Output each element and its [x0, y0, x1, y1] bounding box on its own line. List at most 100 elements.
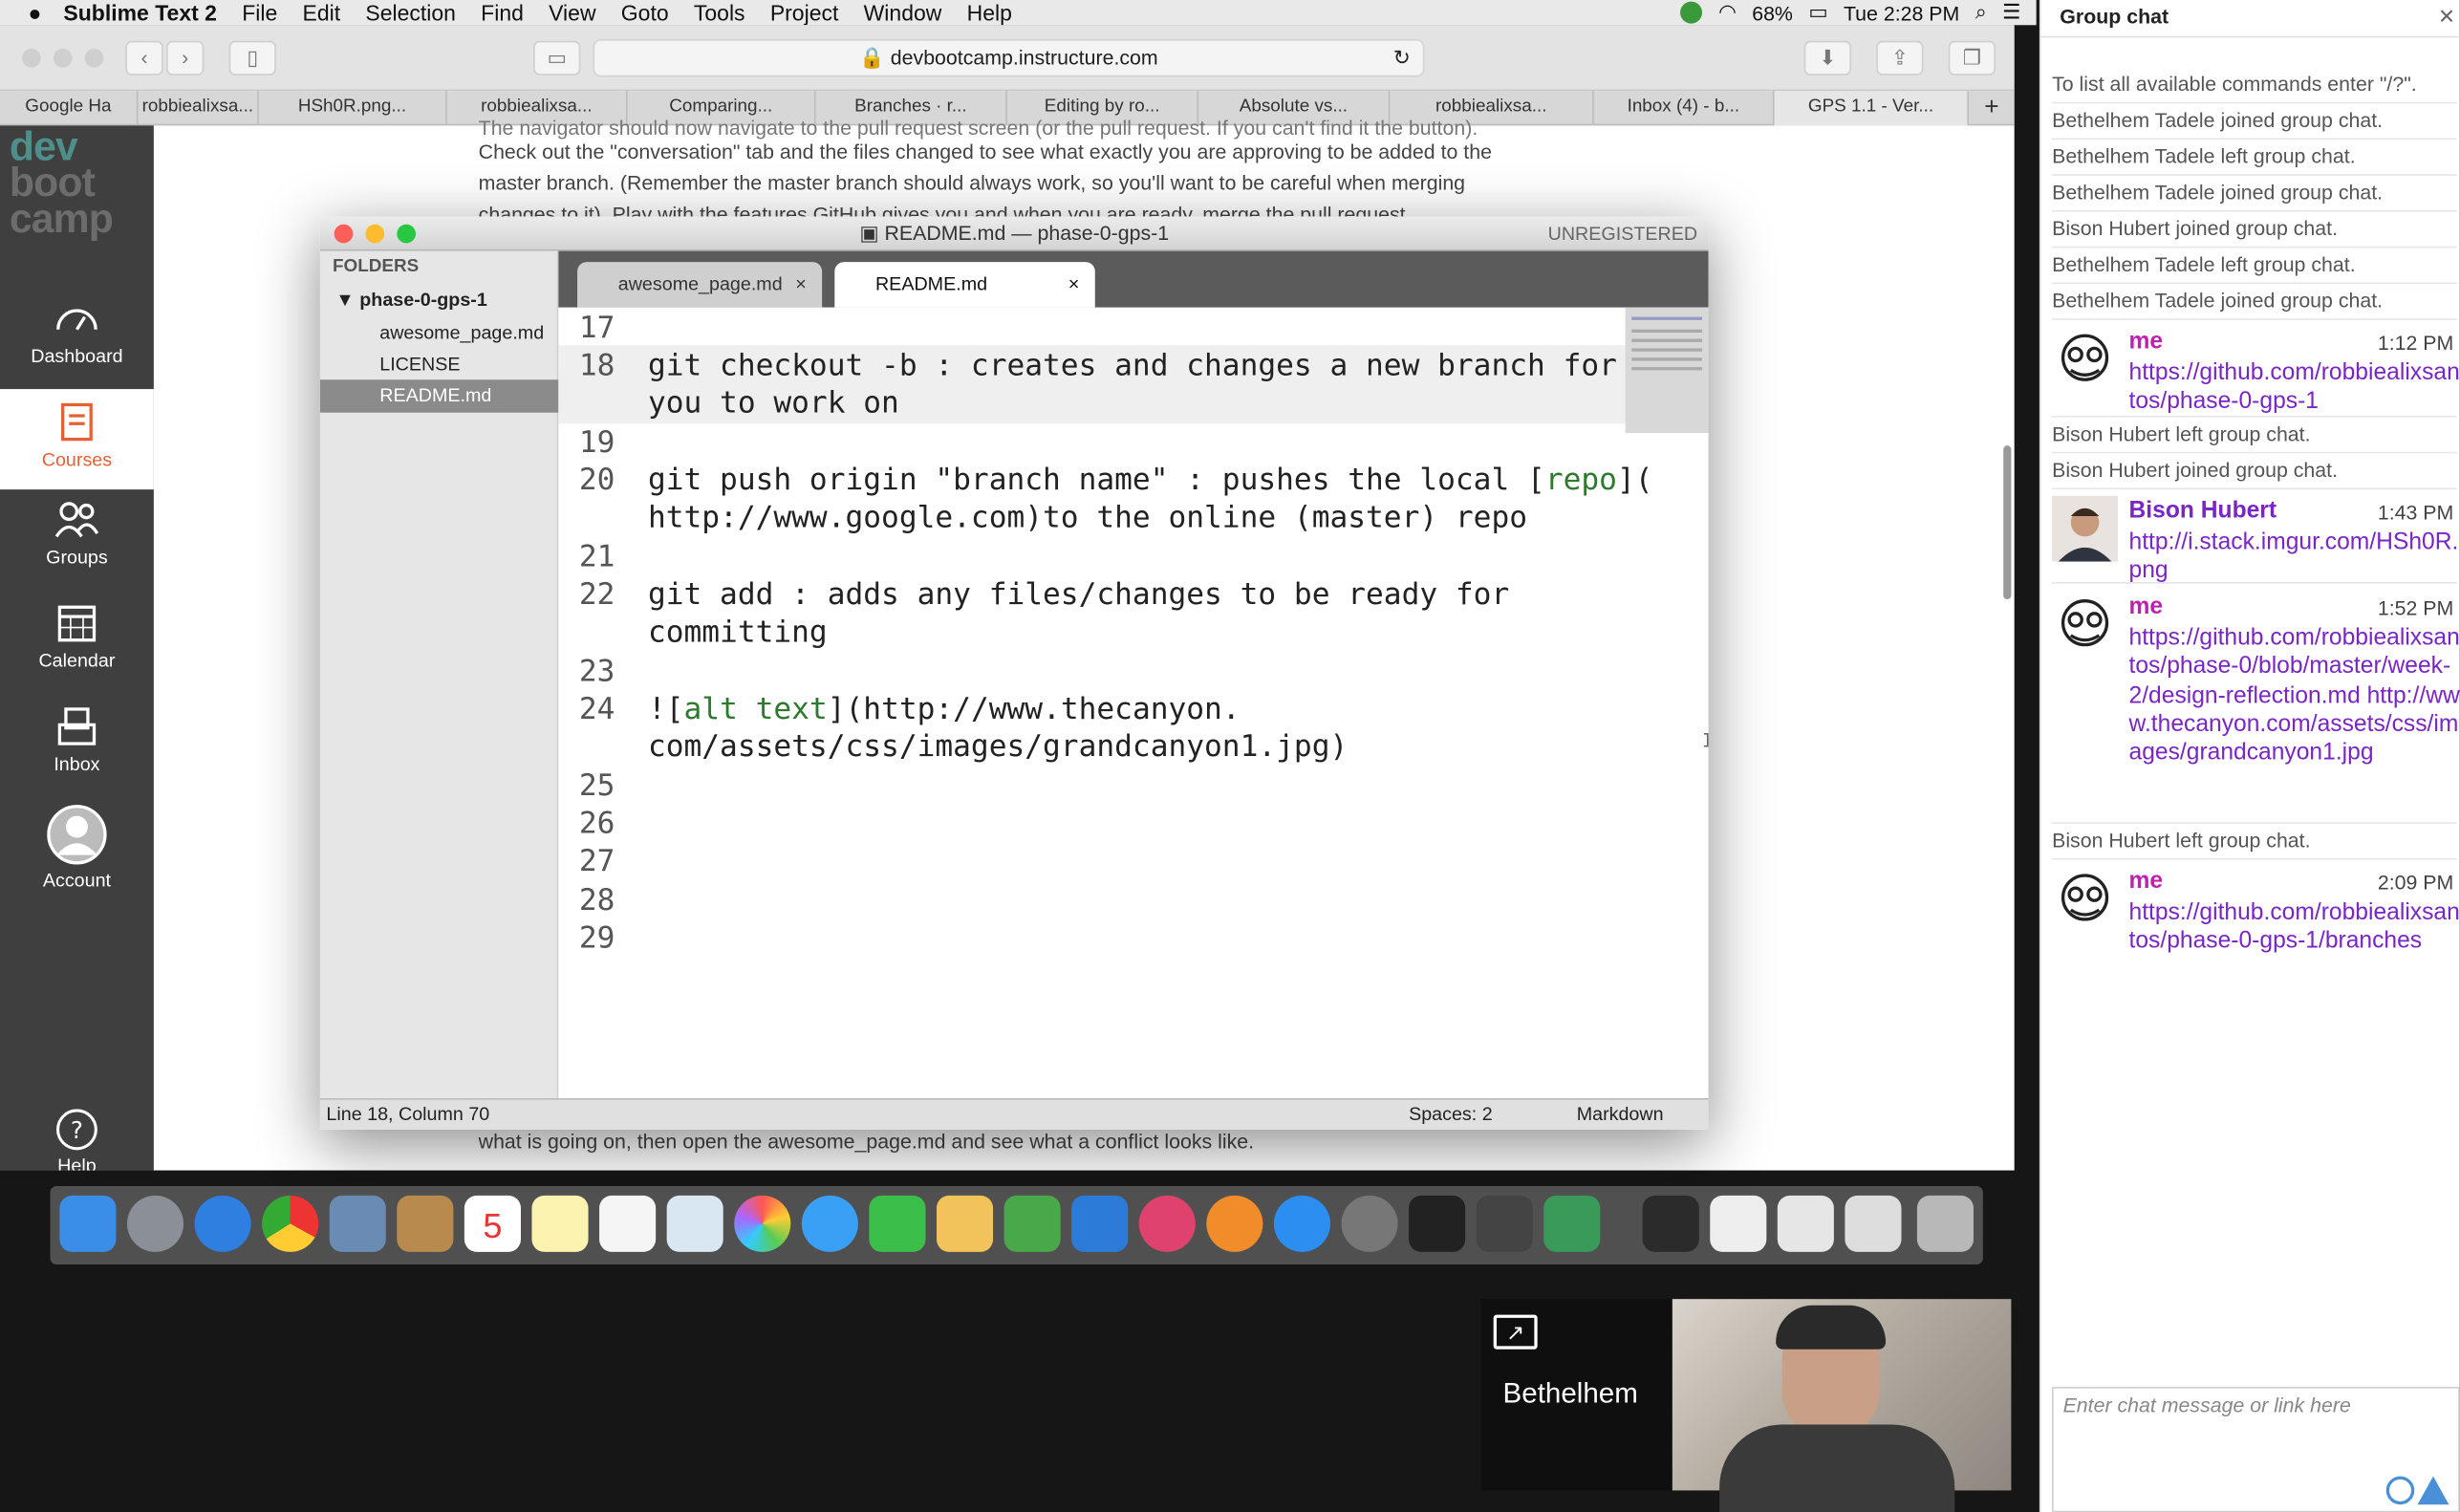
browser-tab-active[interactable]: GPS 1.1 - Ver... — [1774, 91, 1970, 126]
menu-tools[interactable]: Tools — [694, 0, 745, 25]
back-icon[interactable]: ‹ — [125, 40, 163, 76]
nav-account[interactable]: Account — [0, 803, 154, 918]
battery-percent[interactable]: 68% — [1752, 1, 1793, 25]
preview-icon[interactable] — [666, 1195, 723, 1252]
menu-project[interactable]: Project — [770, 0, 839, 25]
tab-close-icon[interactable]: × — [1068, 262, 1080, 308]
trash-icon[interactable] — [1916, 1195, 1974, 1252]
notes-icon[interactable] — [531, 1195, 589, 1252]
minimize-button[interactable] — [365, 224, 385, 244]
chat-close-icon[interactable]: ✕ — [2438, 0, 2455, 34]
keynote-icon[interactable] — [1071, 1195, 1129, 1252]
menu-help[interactable]: Help — [967, 0, 1012, 25]
mail-icon[interactable] — [329, 1195, 386, 1252]
participant-tile[interactable]: ↗ Bethelhem — [1480, 1299, 1672, 1491]
close-button[interactable] — [334, 224, 354, 244]
tabs-overview-icon[interactable]: ❐ — [1948, 40, 1996, 76]
status-app-icon[interactable] — [1680, 1, 1703, 24]
menu-selection[interactable]: Selection — [365, 0, 456, 25]
nav-help[interactable]: ? Help — [0, 1108, 154, 1171]
share-screen-icon[interactable]: ↗ — [1493, 1314, 1538, 1350]
battery-icon[interactable]: ▭ — [1808, 0, 1827, 25]
launchpad-icon[interactable] — [126, 1195, 184, 1252]
menu-goto[interactable]: Goto — [621, 0, 669, 25]
window-zoom-button[interactable] — [84, 48, 104, 68]
calendar-app-icon[interactable]: 5 — [464, 1195, 521, 1252]
nav-dashboard[interactable]: Dashboard — [0, 298, 154, 396]
nav-courses[interactable]: Courses — [0, 389, 154, 490]
window-minimize-button[interactable] — [53, 48, 73, 68]
messages-icon[interactable] — [801, 1195, 858, 1252]
chrome-icon[interactable] — [262, 1195, 319, 1252]
reload-icon[interactable]: ↻ — [1393, 41, 1411, 76]
share-icon[interactable]: ⇪ — [1876, 40, 1924, 76]
message-link[interactable]: https://github.com/robbiealixsantos/phas… — [2129, 899, 2460, 957]
menu-window[interactable]: Window — [864, 0, 942, 25]
forward-icon[interactable]: › — [165, 40, 205, 76]
disclosure-triangle-icon[interactable]: ▼ — [335, 289, 359, 311]
terminal-icon[interactable] — [1409, 1195, 1466, 1252]
facetime-icon[interactable] — [869, 1195, 926, 1252]
menu-find[interactable]: Find — [481, 0, 524, 25]
sourcetree-icon[interactable] — [1642, 1195, 1699, 1252]
code-editor[interactable]: 17 18 git checkout -b : creates and chan… — [558, 307, 1709, 1099]
address-bar[interactable]: 🔒 devbootcamp.instructure.com ↻ — [593, 39, 1425, 77]
menu-edit[interactable]: Edit — [303, 0, 341, 25]
browser-tab[interactable]: Google Ha — [0, 91, 139, 126]
window-close-button[interactable] — [21, 48, 41, 68]
emoji-icon[interactable] — [2385, 1476, 2415, 1505]
reminders-icon[interactable] — [599, 1195, 657, 1252]
editor-tab-active[interactable]: README.md × — [834, 262, 1095, 308]
page-scrollbar[interactable] — [2003, 445, 2012, 600]
folder-item[interactable]: ▼ phase-0-gps-1 — [335, 289, 487, 311]
app-store-icon[interactable] — [1273, 1195, 1330, 1252]
message-link[interactable]: https://github.com/robbiealixsantos/phas… — [2129, 624, 2460, 767]
reader-icon[interactable]: ▭ — [533, 40, 581, 76]
syntax-setting[interactable]: Markdown — [1577, 1100, 1664, 1130]
drive-icon[interactable] — [2417, 1476, 2449, 1505]
menubar-app-name[interactable]: Sublime Text 2 — [63, 0, 217, 25]
pages-icon[interactable] — [936, 1195, 994, 1252]
minimap[interactable] — [1625, 307, 1709, 434]
browser-tab[interactable]: Inbox (4) - b... — [1594, 91, 1775, 126]
menubar-clock[interactable]: Tue 2:28 PM — [1844, 1, 1959, 25]
message-link[interactable]: http://i.stack.imgur.com/HSh0R.png — [2129, 529, 2460, 586]
message-link[interactable]: https://github.com/robbiealixsantos/phas… — [2129, 359, 2460, 417]
menu-file[interactable]: File — [242, 0, 277, 25]
tab-close-icon[interactable]: × — [795, 262, 807, 308]
nav-groups[interactable]: Groups — [0, 499, 154, 596]
system-preferences-icon[interactable] — [1341, 1195, 1398, 1252]
devbootcamp-logo[interactable]: dev boot camp — [10, 125, 114, 238]
downloads-stack-icon[interactable] — [1777, 1195, 1834, 1252]
apple-icon[interactable]: ● — [29, 0, 42, 25]
finder-icon[interactable] — [59, 1195, 117, 1252]
itunes-icon[interactable] — [1138, 1195, 1196, 1252]
chat-message-input[interactable]: Enter chat message or link here — [2052, 1387, 2460, 1512]
file-item-selected[interactable]: README.md — [319, 379, 559, 413]
browser-tab[interactable]: HSh0R.png... — [259, 91, 447, 126]
file-item[interactable]: awesome_page.md — [379, 322, 544, 344]
sublime-text-icon[interactable] — [1476, 1195, 1533, 1252]
slack-icon[interactable] — [1543, 1195, 1601, 1252]
nav-inbox[interactable]: Inbox — [0, 706, 154, 804]
notification-center-icon[interactable]: ☰ — [2002, 0, 2020, 25]
wifi-icon[interactable]: ◠ — [1718, 0, 1737, 25]
contacts-icon[interactable] — [397, 1195, 454, 1252]
safari-icon[interactable] — [194, 1195, 251, 1252]
menu-view[interactable]: View — [549, 0, 595, 25]
sidebar-toggle-icon[interactable]: ▯ — [228, 40, 276, 76]
file-item[interactable]: LICENSE — [379, 353, 460, 375]
nav-calendar[interactable]: Calendar — [0, 602, 154, 700]
spotlight-icon[interactable]: ⌕ — [1975, 0, 1987, 25]
indentation-setting[interactable]: Spaces: 2 — [1409, 1100, 1493, 1130]
numbers-icon[interactable] — [1003, 1195, 1061, 1252]
browser-tab[interactable]: robbiealixsa... — [138, 91, 259, 126]
zoom-button[interactable] — [397, 224, 416, 244]
document-stack-icon[interactable] — [1710, 1195, 1767, 1252]
ibooks-icon[interactable] — [1206, 1195, 1263, 1252]
new-tab-button[interactable]: + — [1969, 91, 2015, 125]
photos-icon[interactable] — [734, 1195, 791, 1252]
downloads-icon[interactable]: ⬇ — [1803, 40, 1851, 76]
screenshot-stack-icon[interactable] — [1845, 1195, 1902, 1252]
editor-tab[interactable]: awesome_page.md × — [577, 262, 823, 308]
